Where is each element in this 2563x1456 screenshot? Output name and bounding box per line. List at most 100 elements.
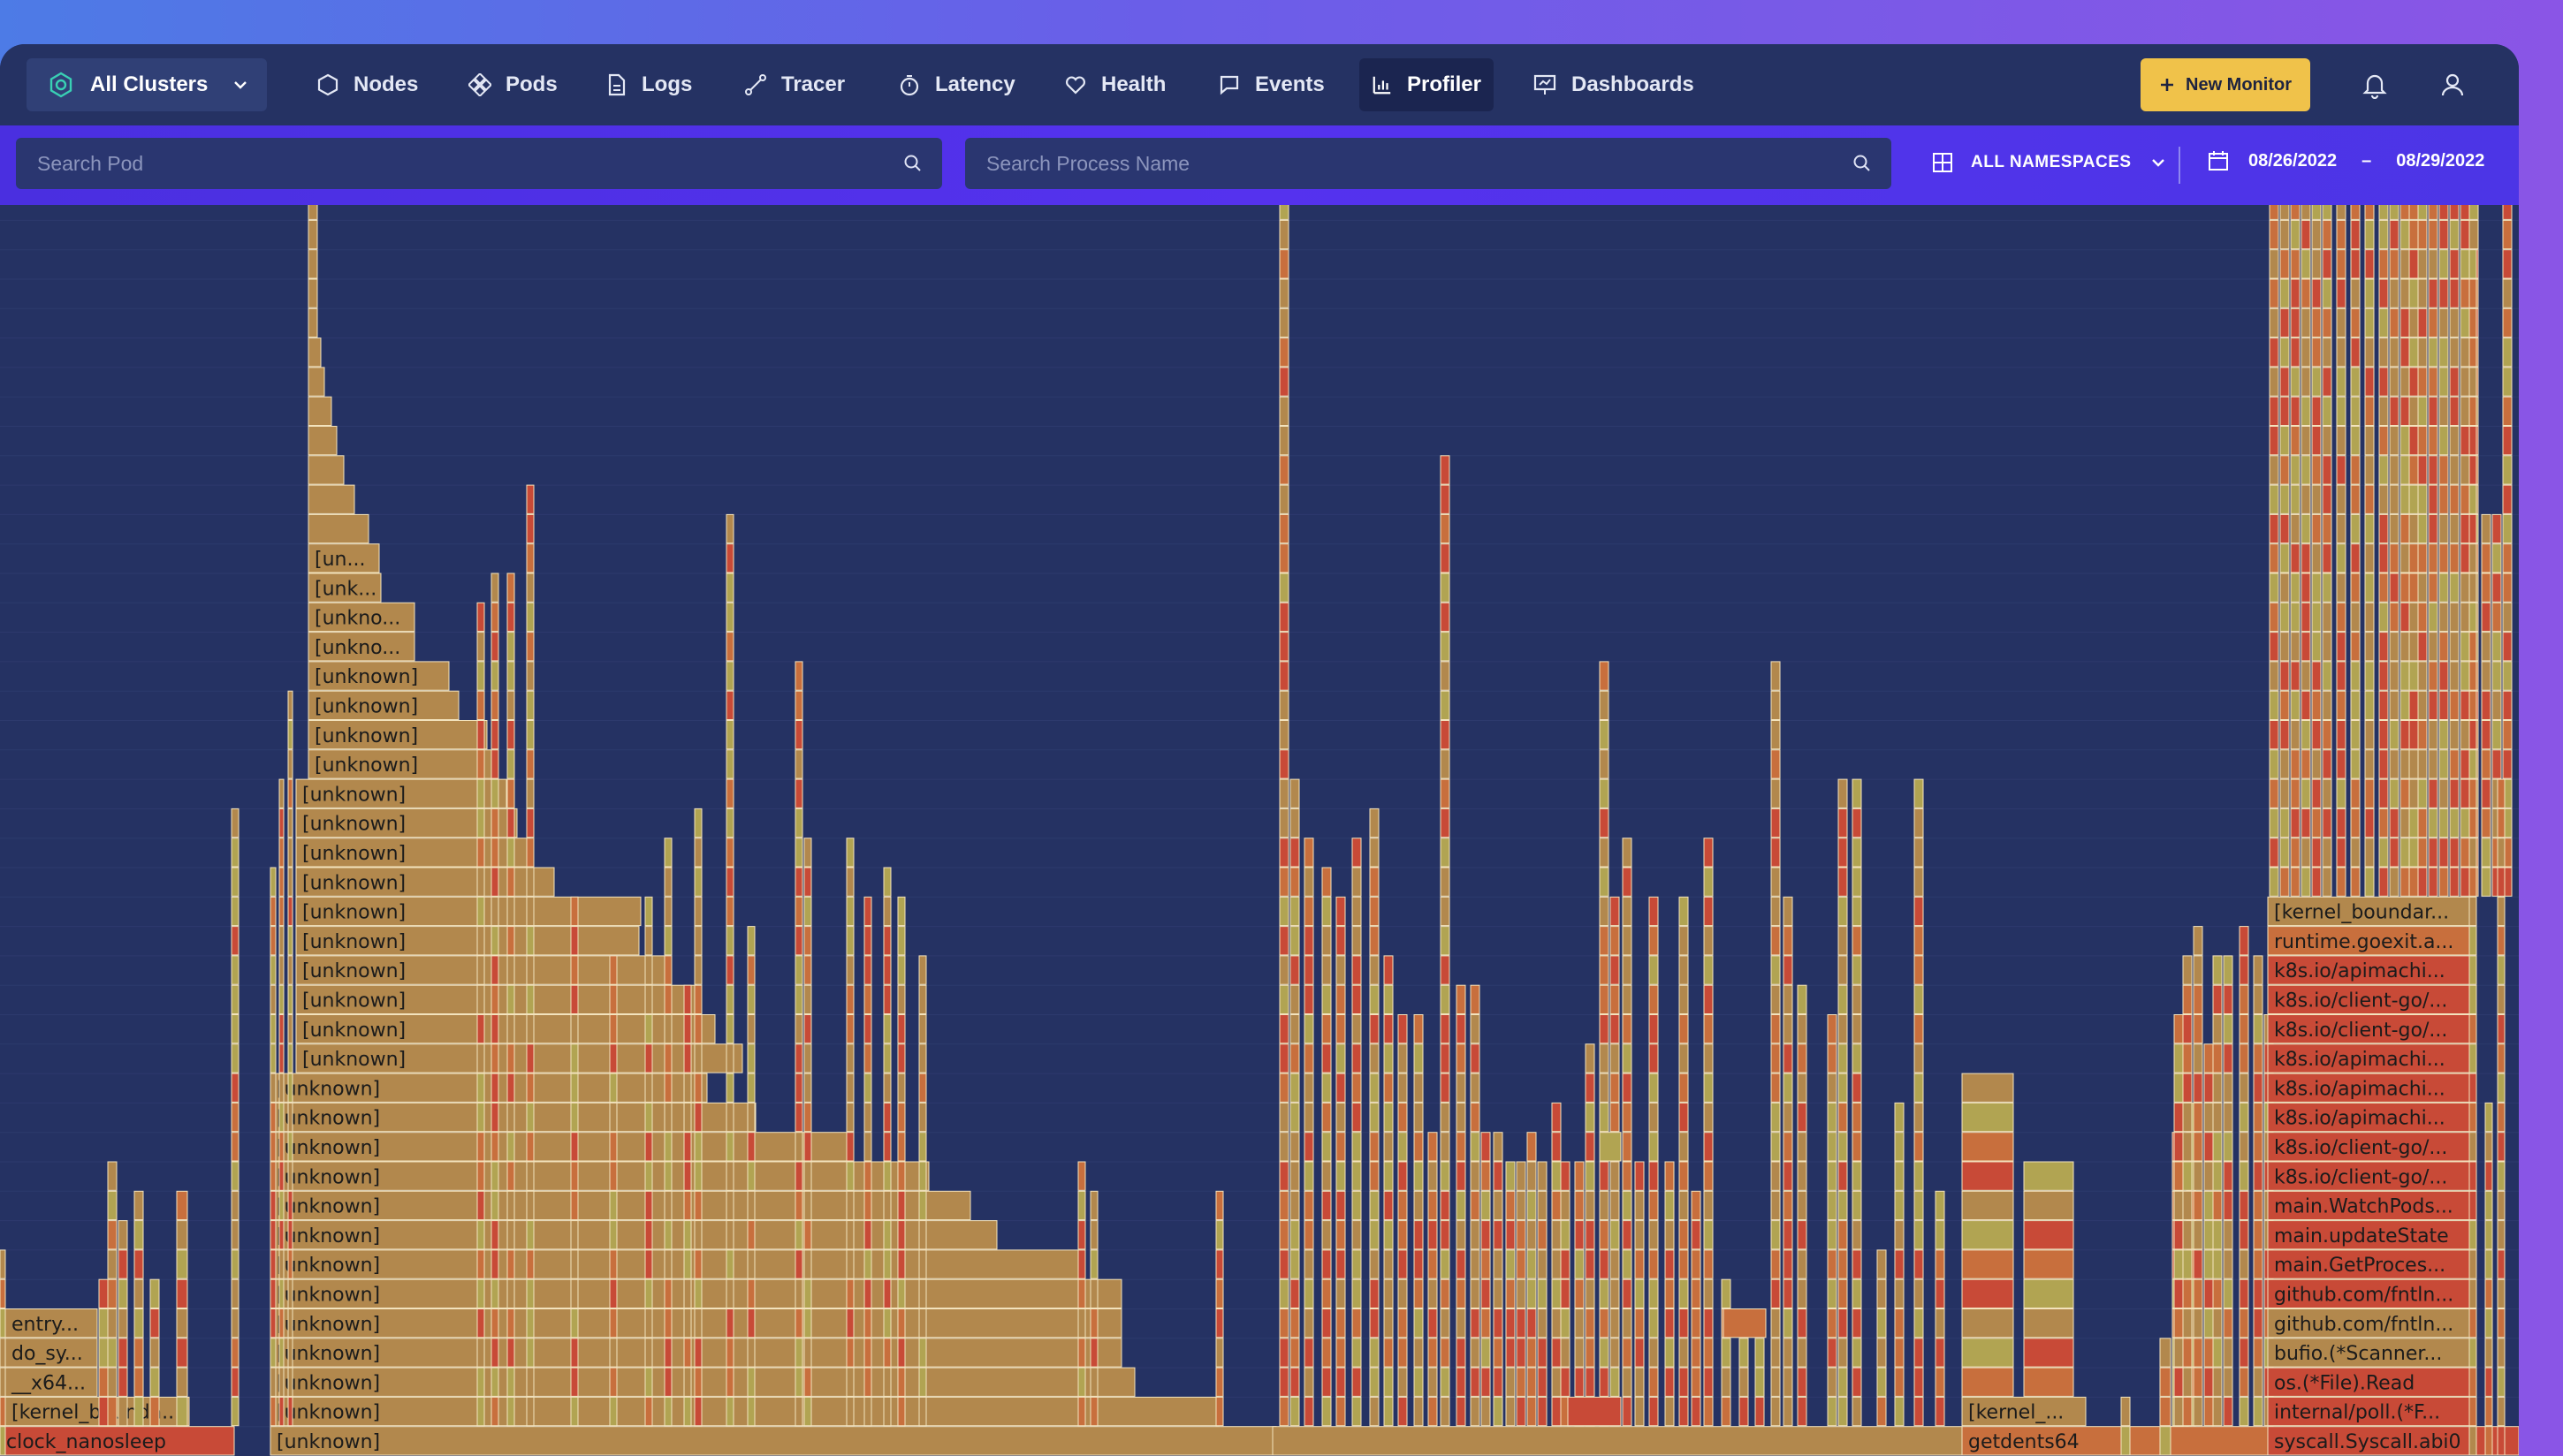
- flame-frame[interactable]: [2438, 808, 2449, 838]
- flame-frame[interactable]: [1383, 1278, 1394, 1308]
- flame-frame[interactable]: [231, 1396, 240, 1427]
- flame-frame[interactable]: [664, 1220, 673, 1250]
- flame-frame[interactable]: [747, 1073, 756, 1103]
- flame-frame[interactable]: [133, 1338, 144, 1368]
- flame-frame[interactable]: [2203, 1043, 2214, 1073]
- flame-frame[interactable]: [883, 1367, 892, 1397]
- flame-frame[interactable]: [2364, 808, 2375, 838]
- flame-frame[interactable]: [2269, 396, 2279, 426]
- flame-frame[interactable]: [1526, 1396, 1537, 1427]
- flame-frame[interactable]: [883, 1190, 892, 1221]
- flame-frame[interactable]: [1961, 1249, 2014, 1279]
- flame-frame[interactable]: [2460, 690, 2470, 721]
- flame-frame[interactable]: [2449, 205, 2460, 220]
- flame-frame[interactable]: [1279, 1043, 1289, 1073]
- flame-frame[interactable]: [1837, 1132, 1848, 1162]
- flame-frame[interactable]: [2193, 1014, 2203, 1044]
- flame-frame[interactable]: [795, 1249, 803, 1279]
- flame-frame[interactable]: [98, 1367, 109, 1397]
- flame-frame[interactable]: [897, 1278, 906, 1308]
- flame-frame[interactable]: [1470, 984, 1480, 1015]
- flame-frame[interactable]: [2428, 249, 2438, 279]
- flame-frame[interactable]: [1609, 1014, 1620, 1044]
- flame-frame[interactable]: [883, 1308, 892, 1338]
- flame-frame[interactable]: [2428, 838, 2438, 868]
- flame-frame[interactable]: [2497, 896, 2506, 927]
- flame-frame[interactable]: [1599, 984, 1609, 1015]
- flame-frame[interactable]: [176, 1338, 188, 1368]
- flame-frame[interactable]: [2239, 1161, 2249, 1191]
- flame-frame[interactable]: [2269, 307, 2279, 338]
- flame-frame[interactable]: [1335, 1043, 1346, 1073]
- flame-frame[interactable]: [2428, 661, 2438, 691]
- flame-frame[interactable]: [1935, 1367, 1945, 1397]
- flame-frame[interactable]: [1304, 1367, 1314, 1397]
- flame-frame[interactable]: [1827, 1132, 1837, 1162]
- flame-frame[interactable]: [2290, 396, 2301, 426]
- flame-frame[interactable]: [1961, 1338, 2014, 1368]
- flame-frame[interactable]: [2364, 632, 2375, 662]
- flame-frame[interactable]: [694, 1132, 703, 1162]
- flame-frame[interactable]: [1480, 1367, 1491, 1397]
- flame-frame[interactable]: [1279, 205, 1289, 220]
- flame-frame[interactable]: [1077, 1278, 1086, 1308]
- flame-frame[interactable]: [1383, 1249, 1394, 1279]
- flame-frame[interactable]: [2389, 838, 2399, 868]
- flame-frame[interactable]: [1215, 1190, 1224, 1221]
- flame-frame[interactable]: [491, 1190, 499, 1221]
- flame-frame[interactable]: [664, 1367, 673, 1397]
- flame-frame[interactable]: [231, 838, 240, 868]
- flame-frame[interactable]: [726, 1396, 734, 1427]
- flame-frame[interactable]: [2497, 1249, 2506, 1279]
- flame-frame[interactable]: [308, 278, 318, 308]
- flame-frame[interactable]: [2428, 307, 2438, 338]
- flame-frame[interactable]: [118, 1249, 128, 1279]
- flame-frame[interactable]: [2468, 926, 2477, 956]
- flame-frame[interactable]: [2468, 1220, 2477, 1250]
- flame-frame[interactable]: [2350, 690, 2361, 721]
- flame-frame[interactable]: [1537, 1220, 1548, 1250]
- flame-frame[interactable]: [2212, 1043, 2223, 1073]
- flame-frame[interactable]: [2468, 720, 2477, 750]
- flame-frame[interactable]: [2389, 455, 2399, 485]
- flame-frame[interactable]: [2336, 484, 2346, 514]
- flame-frame[interactable]: [1321, 1161, 1332, 1191]
- flame-frame[interactable]: [2364, 278, 2375, 308]
- flame-frame[interactable]: [1493, 1278, 1503, 1308]
- flame-frame[interactable]: [1574, 1249, 1585, 1279]
- flame-frame[interactable]: [2203, 1102, 2214, 1133]
- flame-frame[interactable]: [2378, 573, 2389, 603]
- flame-frame[interactable]: [1703, 1220, 1714, 1250]
- flame-frame[interactable]: [795, 1220, 803, 1250]
- flame-frame[interactable]: [2438, 632, 2449, 662]
- flame-frame[interactable]: [644, 1367, 653, 1397]
- flame-frame[interactable]: [2182, 1073, 2193, 1103]
- flame-frame[interactable]: [1585, 1161, 1595, 1191]
- flame-frame[interactable]: [526, 690, 535, 721]
- flame-frame[interactable]: [1678, 896, 1689, 927]
- flame-frame[interactable]: [2350, 307, 2361, 338]
- flame-frame[interactable]: [278, 1278, 285, 1308]
- flame-frame[interactable]: [2417, 513, 2428, 544]
- flame-frame[interactable]: [287, 1132, 293, 1162]
- flame-frame[interactable]: [1622, 1338, 1632, 1368]
- flame-frame[interactable]: [2290, 690, 2301, 721]
- flame-frame[interactable]: [1383, 1308, 1394, 1338]
- flame-frame[interactable]: [2311, 367, 2322, 397]
- flame-frame[interactable]: [570, 1338, 579, 1368]
- flame-frame[interactable]: [1456, 1338, 1466, 1368]
- flame-frame[interactable]: [1913, 1161, 1924, 1191]
- flame-frame[interactable]: [1837, 955, 1848, 985]
- flame-frame[interactable]: [2502, 307, 2513, 338]
- flame-frame[interactable]: [2468, 955, 2477, 985]
- flame-frame[interactable]: os.(*File).Read: [2267, 1367, 2470, 1397]
- flame-frame[interactable]: [1770, 1014, 1781, 1044]
- flame-frame[interactable]: [1321, 1396, 1332, 1427]
- flame-frame[interactable]: [2468, 1249, 2477, 1279]
- flame-frame[interactable]: [2438, 307, 2449, 338]
- flame-frame[interactable]: [2322, 484, 2332, 514]
- flame-frame[interactable]: [694, 926, 703, 956]
- flame-frame[interactable]: [918, 1220, 927, 1250]
- flame-frame[interactable]: [1516, 1220, 1526, 1250]
- search-pod-input[interactable]: Search Pod: [16, 138, 942, 189]
